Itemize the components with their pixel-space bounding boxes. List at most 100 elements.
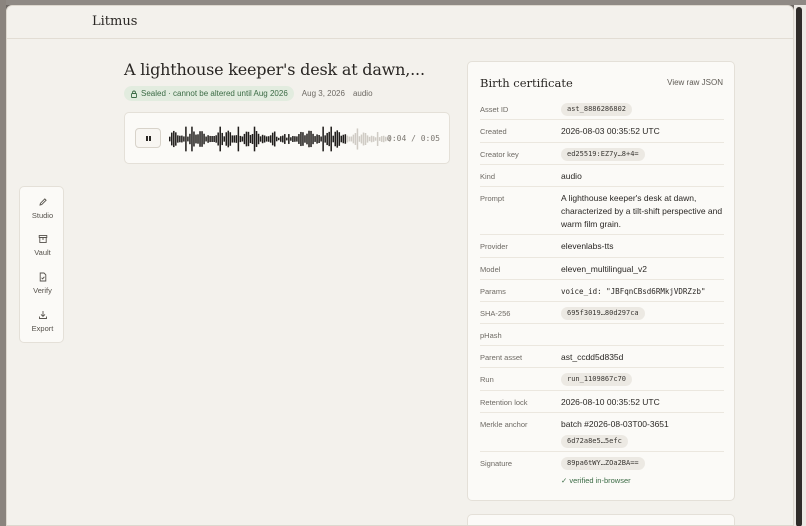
waveform-bar	[306, 133, 308, 145]
waveform-bar	[332, 135, 334, 143]
waveform-bar	[175, 132, 177, 146]
waveform-bar	[221, 132, 223, 146]
verified-status: ✓ verified in-browser	[561, 476, 631, 485]
row-value: elevenlabs-tts	[561, 241, 614, 251]
waveform-bar	[346, 135, 349, 143]
waveform-bar	[304, 135, 306, 143]
pause-button[interactable]	[135, 128, 161, 148]
row-key: Kind	[480, 172, 496, 181]
waveform-bar	[191, 126, 193, 152]
row-key: Merkle anchor	[480, 420, 528, 429]
row-key: SHA-256	[480, 309, 511, 318]
row-value[interactable]: run_1109867c70	[561, 373, 633, 386]
row-value: 2026-08-03 00:35:52 UTC	[561, 126, 660, 136]
row-value[interactable]: ed25519:EZ7y…8+4=	[561, 148, 645, 161]
waveform-bar	[239, 135, 242, 143]
nav-item-verify[interactable]: Verify	[20, 272, 65, 302]
waveform-bar	[352, 134, 355, 144]
waveform-bar	[374, 137, 377, 141]
row-value-wrap: 89pa6tWY…ZOa2BA== ✓ verified in-browser	[561, 456, 726, 487]
waveform-bar	[197, 134, 199, 144]
scrollbar-thumb[interactable]	[796, 7, 802, 526]
app-window: Litmus A lighthouse keeper's desk at daw…	[6, 5, 794, 526]
row-value-wrap: ed25519:EZ7y…8+4=	[561, 147, 726, 161]
row-value[interactable]: 695f3019…80d297ca	[561, 307, 645, 320]
waveform-bar	[320, 136, 322, 142]
waveform-bar	[213, 135, 215, 143]
waveform-bar	[215, 135, 217, 143]
waveform-bar	[342, 134, 345, 144]
row-value: 2026-08-10 00:35:52 UTC	[561, 397, 660, 407]
waveform-bar	[372, 136, 375, 142]
waveform-bar	[179, 135, 181, 143]
waveform-bar	[356, 128, 359, 150]
row-value: audio	[561, 171, 582, 181]
waveform-bar	[261, 134, 264, 144]
waveform-bar	[169, 136, 171, 142]
sealed-label: Sealed · cannot be altered until Aug 202…	[141, 89, 288, 98]
waveform-bar	[354, 133, 357, 145]
waveform-bar	[360, 134, 363, 144]
row-value-wrap: ast_8886286802	[561, 102, 726, 116]
waveform-bar	[199, 131, 201, 147]
pause-icon	[145, 135, 151, 141]
waveform-bar	[310, 130, 312, 148]
asset-date: Aug 3, 2026	[301, 89, 345, 98]
scrollbar[interactable]	[794, 5, 806, 526]
waveform-bar	[316, 134, 318, 144]
waveform-bar	[314, 136, 316, 142]
row-key: Parent asset	[480, 353, 523, 362]
waveform-bar	[358, 136, 361, 142]
waveform-bar	[302, 132, 304, 146]
nav-item-studio[interactable]: Studio	[20, 197, 65, 227]
nav-label-verify: Verify	[33, 286, 52, 295]
merkle-root-chip[interactable]: 6d72a8e5…5efc	[561, 435, 628, 448]
row-value: ast_ccdd5d835d	[561, 352, 624, 362]
side-nav: Studio Vault Verify Export	[19, 186, 64, 343]
waveform-bar	[245, 131, 248, 147]
brand-logo[interactable]: Litmus	[92, 14, 137, 29]
row-value[interactable]: ast_8886286802	[561, 103, 633, 116]
row-value: voice_id: "JBFqnCBsd6RMkjVDRZzb"	[561, 287, 706, 296]
waveform-bar	[312, 133, 314, 145]
waveform-bar	[211, 136, 213, 142]
waveform-bar	[243, 133, 246, 145]
nav-item-export[interactable]: Export	[20, 310, 65, 340]
row-value-wrap: 2026-08-10 00:35:52 UTC	[561, 396, 726, 409]
waveform-bar	[334, 131, 336, 147]
row-value-wrap: eleven_multilingual_v2	[561, 263, 726, 276]
birth-certificate-card: Birth certificate View raw JSON Asset ID…	[467, 61, 735, 501]
waveform-bar	[273, 131, 276, 147]
certificate-row: Creator key ed25519:EZ7y…8+4=	[480, 143, 724, 165]
row-value-wrap: voice_id: "JBFqnCBsd6RMkjVDRZzb"	[561, 285, 726, 298]
row-key: Run	[480, 375, 494, 384]
waveform-bar	[209, 135, 211, 143]
waveform-bar	[223, 136, 225, 142]
nav-item-vault[interactable]: Vault	[20, 234, 65, 264]
waveform-bar	[338, 132, 341, 146]
view-raw-json-link[interactable]: View raw JSON	[667, 78, 723, 87]
waveform-bar	[257, 133, 260, 145]
certificate-row: Model eleven_multilingual_v2	[480, 258, 724, 280]
row-key: Signature	[480, 459, 513, 468]
row-value: A lighthouse keeper's desk at dawn, char…	[561, 193, 723, 229]
waveform-bar	[284, 134, 286, 144]
waveform-bar	[187, 136, 189, 142]
waveform-bar	[177, 135, 179, 143]
waveform-seekbar[interactable]	[169, 126, 391, 152]
waveform-bar	[195, 134, 197, 144]
top-bar: Litmus	[7, 6, 793, 39]
next-card	[467, 514, 735, 525]
waveform-bar	[378, 137, 381, 141]
waveform-bar	[189, 133, 191, 145]
waveform-bar	[267, 136, 270, 142]
row-value[interactable]: 89pa6tWY…ZOa2BA==	[561, 457, 645, 470]
waveform-bar	[382, 135, 385, 143]
waveform-bar	[227, 130, 230, 148]
waveform-bar	[229, 132, 232, 146]
pencil-icon	[38, 198, 47, 206]
row-value-wrap: 695f3019…80d297ca	[561, 306, 726, 320]
waveform-bar	[171, 132, 173, 146]
waveform-bar	[364, 133, 367, 145]
row-value: eleven_multilingual_v2	[561, 264, 648, 274]
